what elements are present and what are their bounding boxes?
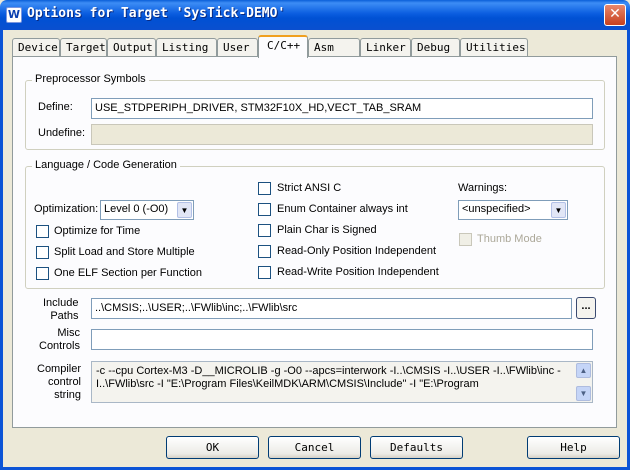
- thumb-mode-checkbox[interactable]: [459, 233, 472, 246]
- include-paths-field[interactable]: ..\CMSIS;..\USER;..\FWlib\inc;..\FWlib\s…: [91, 298, 572, 319]
- tab-c-cpp[interactable]: C/C++: [258, 35, 308, 58]
- optimization-select[interactable]: Level 0 (-O0) ▼: [100, 200, 194, 220]
- preprocessor-symbols-group: Preprocessor Symbols Define: USE_STDPERI…: [25, 73, 605, 150]
- warnings-label: Warnings:: [458, 182, 508, 194]
- misc-label-line1: Misc: [57, 327, 80, 339]
- compiler-control-scrollbar[interactable]: ▲ ▼: [575, 362, 592, 402]
- warnings-value: <unspecified>: [462, 203, 531, 215]
- strict-ansi-c-label: Strict ANSI C: [277, 182, 342, 194]
- tab-panel-c-cpp: Preprocessor Symbols Define: USE_STDPERI…: [12, 56, 617, 428]
- optimize-for-time-label: Optimize for Time: [54, 225, 141, 237]
- optimization-value: Level 0 (-O0): [104, 203, 169, 215]
- enum-container-checkbox[interactable]: [258, 203, 271, 216]
- define-field[interactable]: USE_STDPERIPH_DRIVER, STM32F10X_HD,VECT_…: [91, 98, 593, 119]
- warnings-select[interactable]: <unspecified> ▼: [458, 200, 568, 220]
- optimization-label: Optimization:: [34, 203, 99, 215]
- one-elf-section-checkbox[interactable]: [36, 267, 49, 280]
- scroll-down-icon[interactable]: ▼: [576, 386, 591, 401]
- compiler-control-string[interactable]: -c --cpu Cortex-M3 -D__MICROLIB -g -O0 -…: [91, 361, 593, 403]
- ropi-label: Read-Only Position Independent: [277, 245, 436, 257]
- split-load-store-label: Split Load and Store Multiple: [54, 246, 195, 258]
- compiler-control-label: Compiler control string: [37, 363, 81, 402]
- include-label-line2: Paths: [50, 310, 79, 322]
- include-paths-browse-button[interactable]: ...: [576, 297, 596, 319]
- define-label: Define:: [38, 101, 73, 113]
- defaults-button[interactable]: Defaults: [370, 436, 463, 459]
- strict-ansi-c-checkbox[interactable]: [258, 182, 271, 195]
- compiler-control-line1: -c --cpu Cortex-M3 -D__MICROLIB -g -O0 -…: [96, 365, 561, 377]
- help-button[interactable]: Help: [527, 436, 620, 459]
- tab-linker[interactable]: Linker: [360, 38, 411, 57]
- preprocessor-symbols-legend: Preprocessor Symbols: [32, 73, 149, 85]
- plain-char-signed-label: Plain Char is Signed: [277, 224, 377, 236]
- tab-target[interactable]: Target: [60, 38, 107, 57]
- include-paths-label: Include Paths: [43, 297, 78, 323]
- chevron-down-icon: ▼: [551, 202, 566, 218]
- undefine-field[interactable]: [91, 124, 593, 145]
- language-code-generation-legend: Language / Code Generation: [32, 159, 180, 171]
- split-load-store-checkbox[interactable]: [36, 246, 49, 259]
- misc-controls-field[interactable]: [91, 329, 593, 350]
- one-elf-section-label: One ELF Section per Function: [54, 267, 202, 279]
- misc-controls-label: Misc Controls: [39, 327, 80, 353]
- undefine-label: Undefine:: [38, 127, 86, 139]
- window-frame-left: [0, 30, 3, 470]
- window-title: Options for Target 'SysTick-DEMO': [27, 6, 286, 21]
- tab-output[interactable]: Output: [107, 38, 156, 57]
- thumb-mode-label: Thumb Mode: [477, 233, 542, 245]
- chevron-down-icon: ▼: [177, 202, 192, 218]
- app-icon: W: [6, 7, 22, 23]
- optimize-for-time-checkbox[interactable]: [36, 225, 49, 238]
- rwpi-checkbox[interactable]: [258, 266, 271, 279]
- language-code-generation-group: Language / Code Generation Optimization:…: [25, 159, 605, 289]
- compiler-label-line1: Compiler: [37, 363, 82, 375]
- plain-char-signed-checkbox[interactable]: [258, 224, 271, 237]
- ropi-checkbox[interactable]: [258, 245, 271, 258]
- tab-debug[interactable]: Debug: [411, 38, 460, 57]
- rwpi-label: Read-Write Position Independent: [277, 266, 439, 278]
- close-button[interactable]: ✕: [604, 4, 626, 26]
- compiler-control-line2: I..\FWlib\src -I "E:\Program Files\KeilM…: [96, 378, 479, 390]
- tab-listing[interactable]: Listing: [156, 38, 217, 57]
- misc-label-line2: Controls: [39, 340, 80, 352]
- include-label-line1: Include: [43, 297, 79, 309]
- cancel-button[interactable]: Cancel: [268, 436, 361, 459]
- compiler-label-line3: string: [54, 389, 82, 401]
- scroll-up-icon[interactable]: ▲: [576, 363, 591, 378]
- tab-utilities[interactable]: Utilities: [460, 38, 528, 57]
- tab-user[interactable]: User: [217, 38, 258, 57]
- ok-button[interactable]: OK: [166, 436, 259, 459]
- tab-asm[interactable]: Asm: [308, 38, 360, 57]
- title-bar: W Options for Target 'SysTick-DEMO' ✕: [0, 0, 630, 30]
- tab-device[interactable]: Device: [12, 38, 60, 57]
- enum-container-label: Enum Container always int: [277, 203, 408, 215]
- compiler-label-line2: control: [47, 376, 82, 388]
